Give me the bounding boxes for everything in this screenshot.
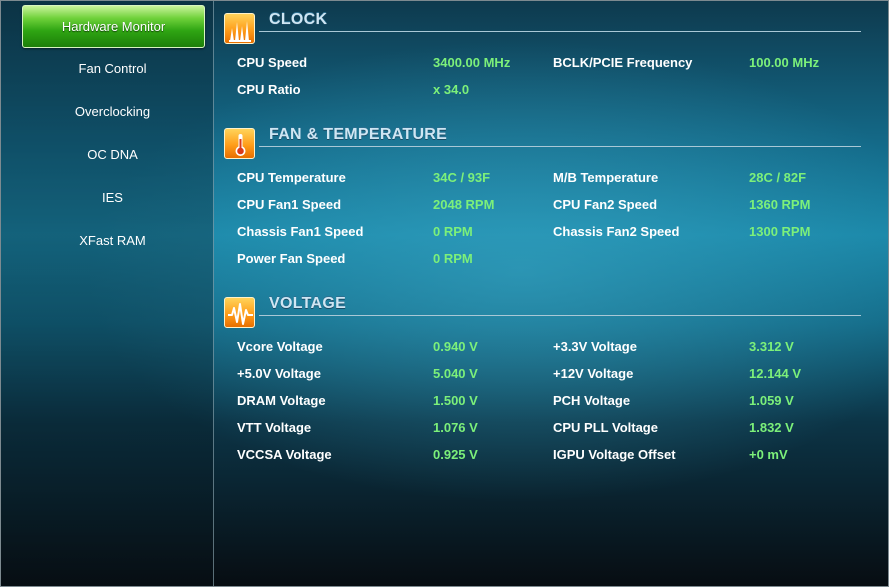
cpu-ratio-label: CPU Ratio	[237, 82, 301, 97]
sidebar-item-oc-dna[interactable]: OC DNA	[22, 135, 203, 175]
vccsa-voltage-label: VCCSA Voltage	[237, 447, 332, 462]
v50-voltage-label: +5.0V Voltage	[237, 366, 321, 381]
cpu-fan1-label: CPU Fan1 Speed	[237, 197, 342, 212]
chassis-fan2-value: 1300 RPM	[749, 224, 811, 239]
bclk-value: 100.00 MHz	[749, 55, 820, 70]
cpu-pll-voltage-label: CPU PLL Voltage	[553, 420, 658, 435]
hardware-monitor-window: Hardware Monitor Fan Control Overclockin…	[0, 0, 889, 587]
cpu-speed-value: 3400.00 MHz	[433, 55, 511, 70]
vccsa-voltage-value: 0.925 V	[433, 447, 478, 462]
bclk-label: BCLK/PCIE Frequency	[553, 55, 693, 70]
pch-voltage-value: 1.059 V	[749, 393, 794, 408]
v12-voltage-label: +12V Voltage	[553, 366, 634, 381]
cpu-temperature-value: 34C / 93F	[433, 170, 491, 185]
power-fan-label: Power Fan Speed	[237, 251, 346, 266]
section-title-fan-temperature: FAN & TEMPERATURE	[269, 126, 448, 143]
dram-voltage-value: 1.500 V	[433, 393, 478, 408]
voltage-wave-icon	[224, 297, 255, 328]
sidebar-item-hardware-monitor[interactable]: Hardware Monitor	[22, 5, 205, 48]
sidebar-item-fan-control[interactable]: Fan Control	[22, 49, 203, 89]
cpu-ratio-value: x 34.0	[433, 82, 470, 97]
chassis-fan1-label: Chassis Fan1 Speed	[237, 224, 364, 239]
vtt-voltage-label: VTT Voltage	[237, 420, 312, 435]
cpu-temperature-label: CPU Temperature	[237, 170, 346, 185]
chassis-fan1-value: 0 RPM	[433, 224, 473, 239]
cpu-fan1-value: 2048 RPM	[433, 197, 495, 212]
power-fan-value: 0 RPM	[433, 251, 473, 266]
sidebar-item-ies[interactable]: IES	[22, 178, 203, 218]
section-divider	[259, 31, 861, 32]
mb-temperature-label: M/B Temperature	[553, 170, 659, 185]
thermometer-icon	[224, 128, 255, 159]
v33-voltage-value: 3.312 V	[749, 339, 794, 354]
dram-voltage-label: DRAM Voltage	[237, 393, 326, 408]
clock-bars-icon	[224, 13, 255, 44]
section-title-voltage: VOLTAGE	[269, 295, 347, 312]
cpu-fan2-value: 1360 RPM	[749, 197, 811, 212]
v50-voltage-value: 5.040 V	[433, 366, 478, 381]
section-divider	[259, 146, 861, 147]
sidebar: Hardware Monitor Fan Control Overclockin…	[1, 1, 214, 586]
section-title-clock: CLOCK	[269, 11, 328, 28]
igpu-voltage-offset-value: +0 mV	[749, 447, 788, 462]
vcore-voltage-value: 0.940 V	[433, 339, 478, 354]
vcore-voltage-label: Vcore Voltage	[237, 339, 323, 354]
sidebar-item-xfast-ram[interactable]: XFast RAM	[22, 221, 203, 261]
section-divider	[259, 315, 861, 316]
pch-voltage-label: PCH Voltage	[553, 393, 631, 408]
igpu-voltage-offset-label: IGPU Voltage Offset	[553, 447, 676, 462]
v12-voltage-value: 12.144 V	[749, 366, 802, 381]
cpu-fan2-label: CPU Fan2 Speed	[553, 197, 658, 212]
sidebar-item-overclocking[interactable]: Overclocking	[22, 92, 203, 132]
vtt-voltage-value: 1.076 V	[433, 420, 478, 435]
chassis-fan2-label: Chassis Fan2 Speed	[553, 224, 680, 239]
mb-temperature-value: 28C / 82F	[749, 170, 807, 185]
cpu-speed-label: CPU Speed	[237, 55, 308, 70]
cpu-pll-voltage-value: 1.832 V	[749, 420, 794, 435]
v33-voltage-label: +3.3V Voltage	[553, 339, 637, 354]
